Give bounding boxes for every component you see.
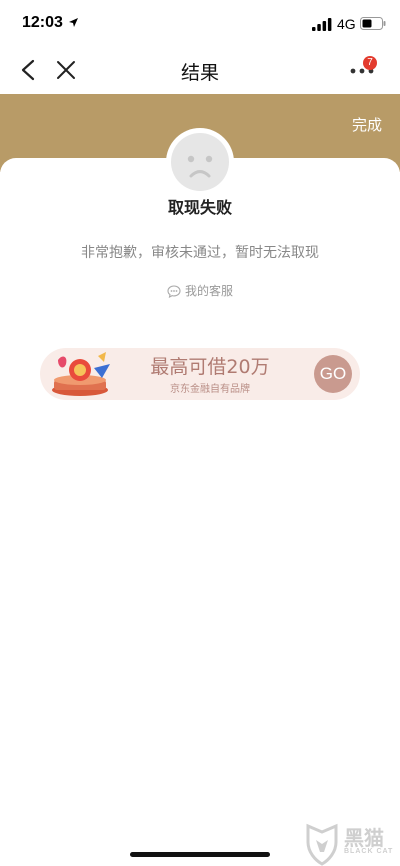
signal-icon xyxy=(312,18,332,31)
more-button[interactable]: 7 xyxy=(344,56,380,86)
location-arrow-icon xyxy=(69,18,78,27)
promo-subtitle: 京东金融自有品牌 xyxy=(170,384,250,395)
customer-service-label: 我的客服 xyxy=(184,284,233,298)
promo-title: 最高可借20万 xyxy=(150,356,270,378)
nav-bar: 结果 7 xyxy=(0,48,400,94)
trophy-gift-icon xyxy=(52,352,110,396)
done-button[interactable]: 完成 xyxy=(352,114,382,135)
result-title: 取现失败 xyxy=(167,198,232,217)
page-title: 结果 xyxy=(180,62,219,84)
status-avatar xyxy=(166,128,234,196)
chat-bubble-icon xyxy=(167,285,181,299)
status-time: 12:03 xyxy=(22,14,63,31)
notification-badge: 7 xyxy=(363,56,377,70)
battery-icon xyxy=(360,17,386,30)
sad-face-icon xyxy=(171,133,229,191)
watermark-text: 黑猫 xyxy=(344,826,384,850)
go-button[interactable]: GO xyxy=(314,355,352,393)
home-indicator[interactable] xyxy=(130,852,270,857)
watermark-subtext: BLACK CAT xyxy=(344,848,394,855)
black-cat-logo-icon xyxy=(306,823,338,866)
result-card: 取现失败 非常抱歉，审核未通过，暂时无法取现 我的客服 最高可借20万 京东金融… xyxy=(0,128,400,866)
loan-promo-banner[interactable]: 最高可借20万 京东金融自有品牌 GO xyxy=(40,348,360,400)
network-label: 4G xyxy=(337,16,356,32)
status-bar: 12:03 4G xyxy=(0,0,400,48)
customer-service-link[interactable]: 我的客服 xyxy=(0,282,400,299)
black-cat-watermark: 黑猫 BLACK CAT xyxy=(300,822,400,866)
result-description: 非常抱歉，审核未通过，暂时无法取现 xyxy=(81,245,319,261)
